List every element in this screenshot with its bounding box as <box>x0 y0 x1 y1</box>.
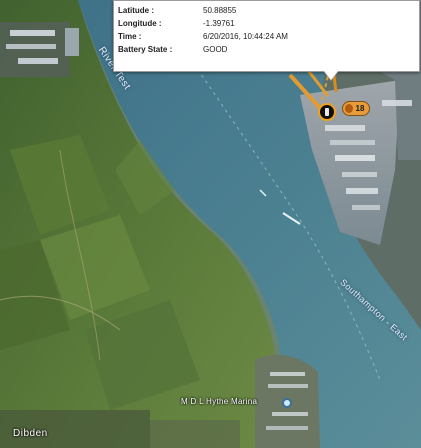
popup-row-time: Time : 6/20/2016, 10:44:24 AM <box>114 30 419 43</box>
popup-row-longitude: Longitude : -1.39761 <box>114 17 419 30</box>
longitude-label: Longitude : <box>118 19 162 28</box>
time-label: Time : <box>118 32 142 41</box>
tracker-marker-icon[interactable] <box>318 103 336 121</box>
marker-count-badge[interactable]: 18 <box>342 101 370 116</box>
dibden-label: Dibden <box>13 428 48 439</box>
marker-count-value: 18 <box>355 104 365 113</box>
popup-row-battery: Battery State : GOOD <box>114 43 419 56</box>
battery-state-label: Battery State : <box>118 45 173 54</box>
popup-row-latitude: Latitude : 50.88855 <box>114 4 419 17</box>
latitude-label: Latitude : <box>118 6 154 15</box>
marina-poi-icon[interactable] <box>282 398 292 408</box>
popup-pointer <box>324 71 338 80</box>
latitude-value: 50.88855 <box>203 6 237 15</box>
time-value: 6/20/2016, 10:44:24 AM <box>203 32 288 41</box>
longitude-value: -1.39761 <box>203 19 235 28</box>
battery-state-value: GOOD <box>203 45 228 54</box>
satellite-map[interactable]: River Test Southampton - East M D L Hyth… <box>0 0 421 448</box>
hythe-marina-label[interactable]: M D L Hythe Marina <box>181 397 257 406</box>
location-info-popup: Latitude : 50.88855 Longitude : -1.39761… <box>113 0 420 80</box>
